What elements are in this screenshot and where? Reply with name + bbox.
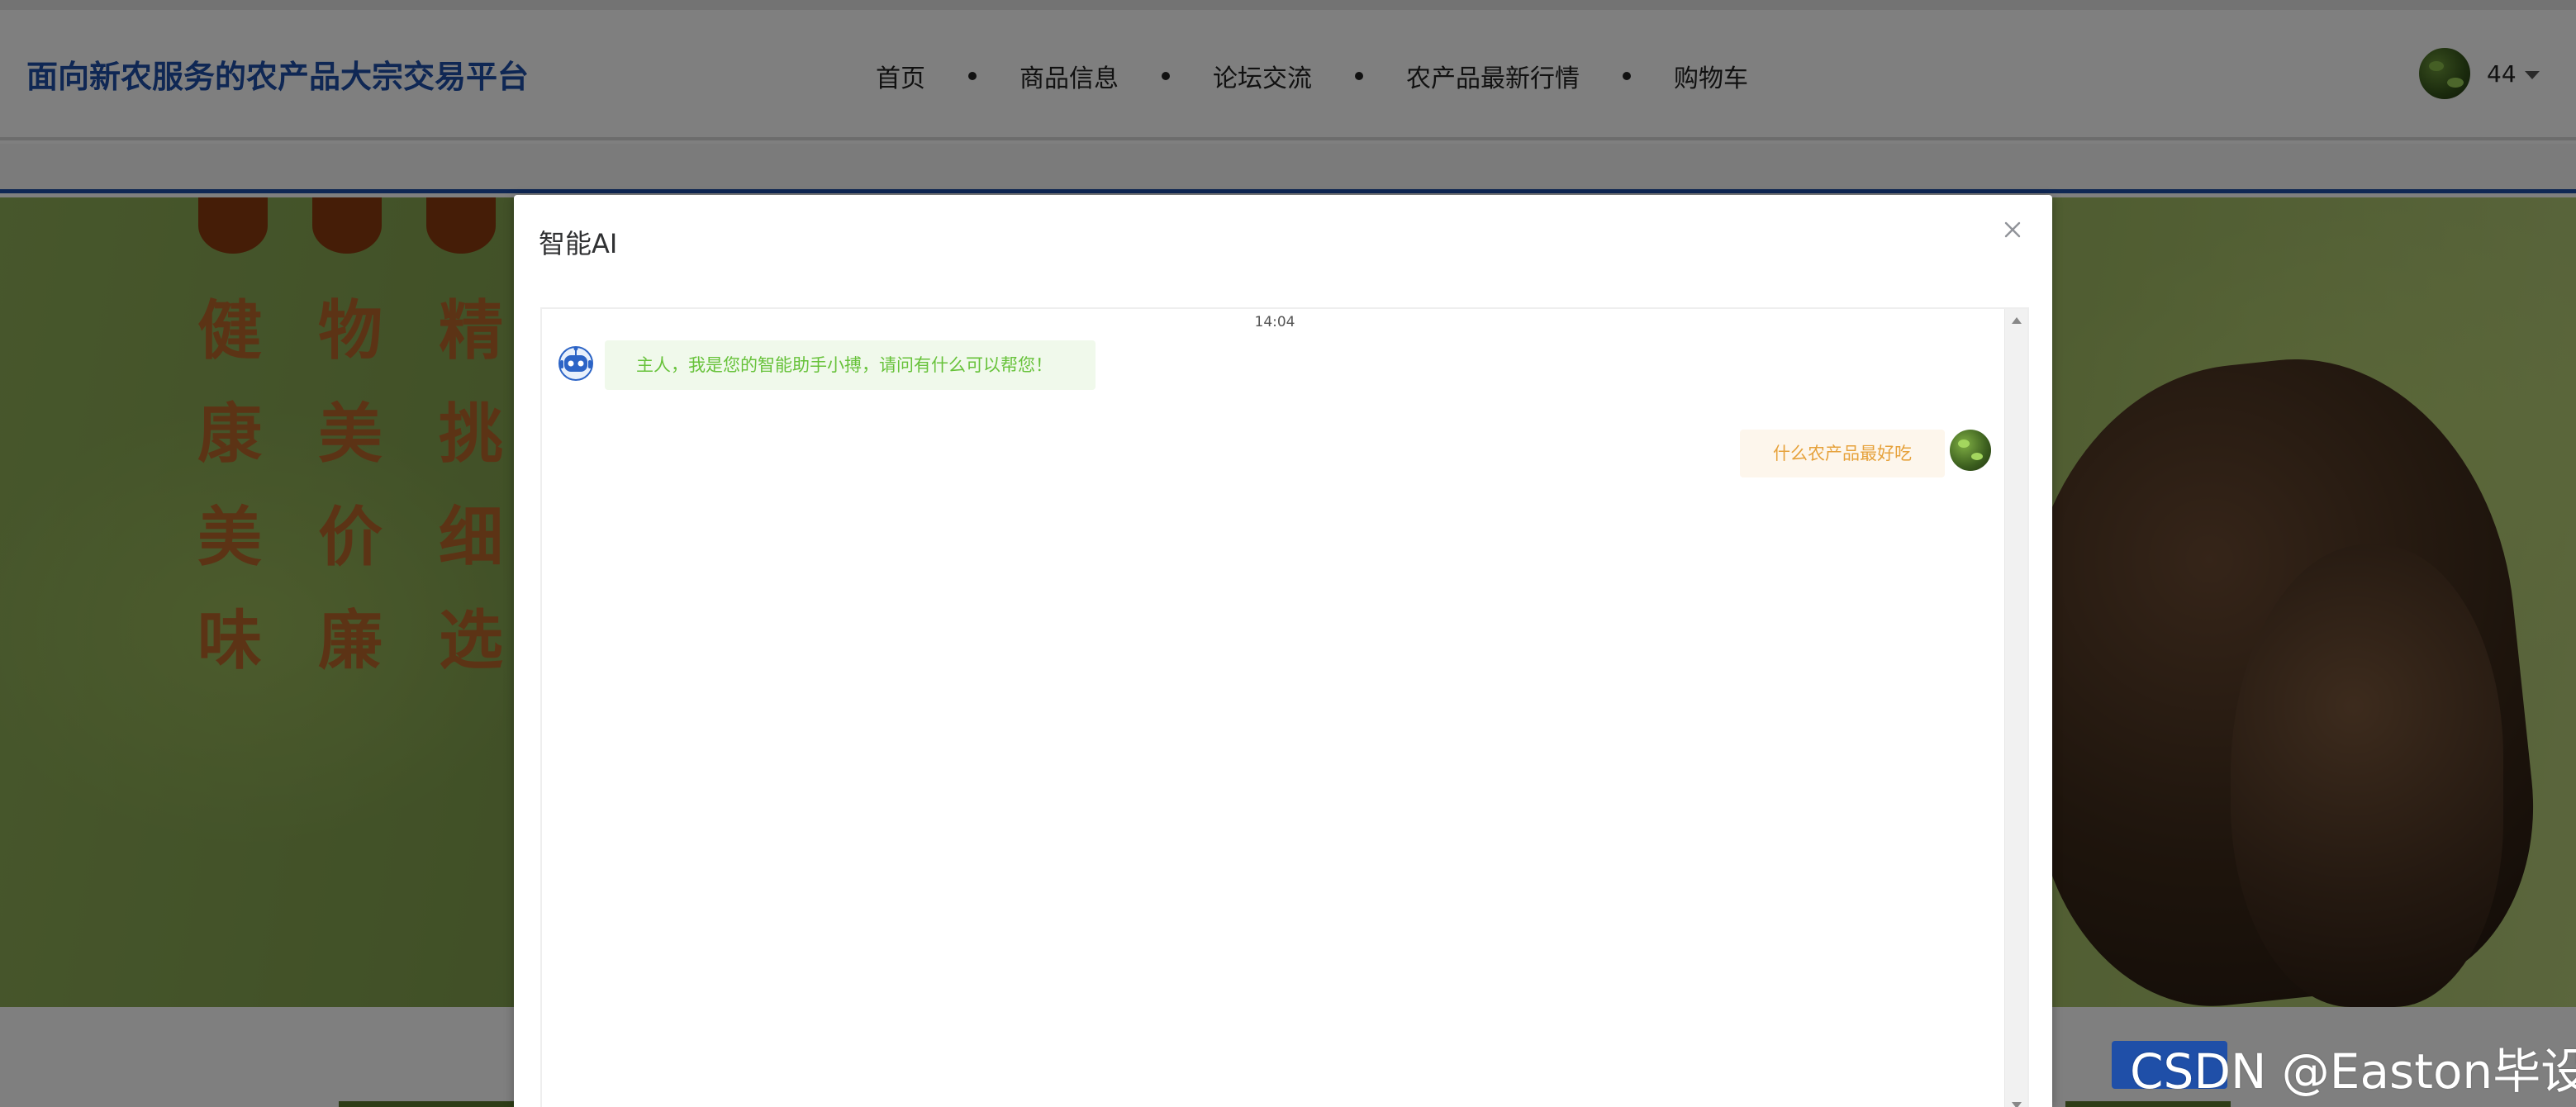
scroll-down-icon[interactable] [2012, 1102, 2022, 1107]
chat-scrollbar[interactable] [2004, 309, 2027, 1107]
page: 面向新农服务的农产品大宗交易平台 首页 商品信息 论坛交流 农产品最新行情 购物… [0, 0, 2576, 1107]
dialog-title: 智能AI [539, 228, 618, 259]
user-message-bubble: 什么农产品最好吃 [1740, 430, 1945, 477]
bot-message-bubble: 主人，我是您的智能助手小搏，请问有什么可以帮您！ [605, 340, 1096, 390]
scroll-up-icon[interactable] [2012, 317, 2022, 324]
message-timestamp: 14:04 [1254, 314, 1295, 330]
ai-chat-dialog: 智能AI 14:04 主人，我是您的智能助手小搏，请问有什么可以帮您！ 什么农产… [514, 195, 2052, 1107]
close-icon[interactable] [2001, 218, 2024, 241]
watermark: CSDN @Easton毕设 [2130, 1043, 2576, 1100]
avatar [1950, 430, 1991, 471]
robot-icon [558, 346, 593, 381]
chat-message-list[interactable]: 14:04 主人，我是您的智能助手小搏，请问有什么可以帮您！ 什么农产品最好吃 [540, 307, 2029, 1107]
